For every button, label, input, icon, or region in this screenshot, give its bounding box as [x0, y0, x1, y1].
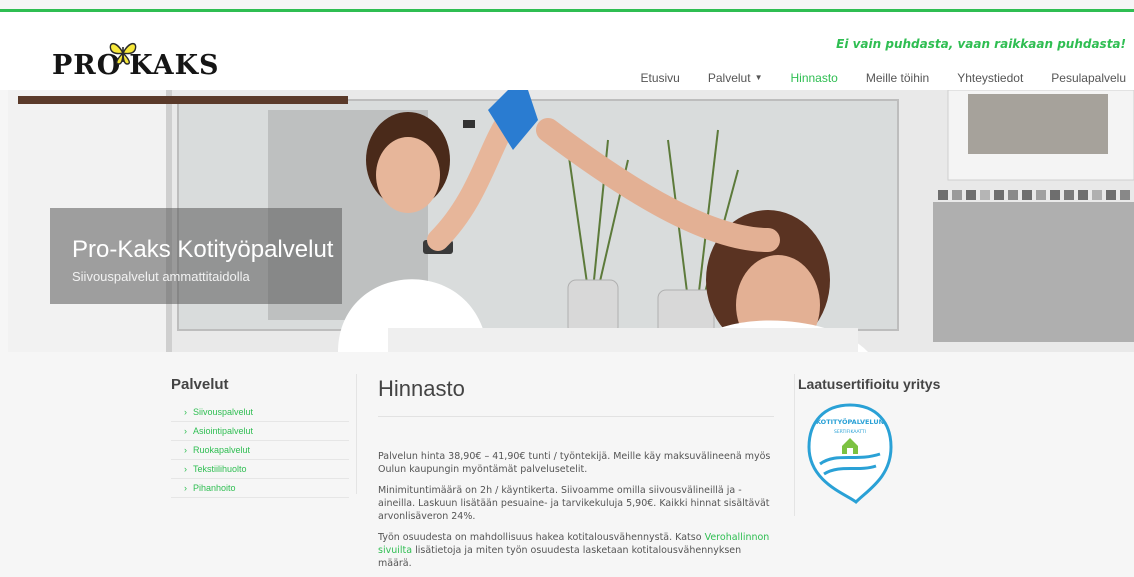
price-paragraph: Palvelun hinta 38,90€ – 41,90€ tunti / t… [378, 451, 771, 475]
nav-hinnasto[interactable]: Hinnasto [790, 71, 837, 85]
main-nav: Etusivu Palvelut ▼ Hinnasto Meille töihin… [613, 71, 1127, 85]
caret-down-icon: ▼ [754, 73, 763, 82]
certification-title: Laatusertifioitu yritys [798, 376, 941, 392]
page-content: Palvelut › Siivouspalvelut › Asiointipalve… [0, 352, 1134, 577]
sidebar-item-ruokapalvelut[interactable]: › Ruokapalvelut [171, 441, 349, 460]
butterfly-icon [109, 42, 137, 65]
sidebar-item-pihanhoito[interactable]: › Pihanhoito [171, 479, 349, 498]
tax-text-after: lisätietoja ja miten työn osuudesta lask… [378, 545, 742, 569]
chevron-right-icon: › [184, 483, 187, 493]
column-divider [794, 374, 795, 516]
sidebar-item-label: Ruokapalvelut [193, 445, 251, 455]
tax-text-before: Työn osuudesta on mahdollisuus hakea kot… [378, 532, 702, 543]
tax-deduction-paragraph: Työn osuudesta on mahdollisuus hakea kot… [378, 531, 776, 570]
badge-subtext: SERTIFIKAATTI [834, 429, 866, 435]
page-title: Hinnasto [378, 376, 465, 401]
chevron-right-icon: › [184, 445, 187, 455]
nav-etusivu[interactable]: Etusivu [641, 71, 680, 85]
services-sidebar: Palvelut › Siivouspalvelut › Asiointipalve… [171, 376, 357, 498]
sidebar-title: Palvelut [171, 376, 229, 393]
chevron-right-icon: › [184, 426, 187, 436]
nav-meille-toihin[interactable]: Meille töihin [866, 71, 929, 85]
minimum-paragraph: Minimituntimäärä on 2h / käyntikerta. Si… [378, 485, 770, 522]
hero-subtitle: Siivouspalvelut ammattitaidolla [72, 269, 250, 284]
hero-banner: Pro-Kaks Kotityöpalvelut Siivouspalvelut… [8, 90, 1134, 352]
sidebar-item-tekstiilihuolto[interactable]: › Tekstiilihuolto [171, 460, 349, 479]
chevron-right-icon: › [184, 407, 187, 417]
sidebar-item-siivouspalvelut[interactable]: › Siivouspalvelut [171, 403, 349, 422]
title-divider [378, 416, 774, 417]
sidebar-item-label: Asiointipalvelut [193, 426, 254, 436]
site-header: PRO KAKS Ei vain puhdasta, vaan raikkaan … [0, 12, 1134, 90]
certification-badge[interactable]: KOTITYÖPALVELUN SERTIFIKAATTI [806, 402, 894, 504]
sidebar-item-label: Siivouspalvelut [193, 407, 254, 417]
column-divider [356, 374, 357, 494]
badge-text: KOTITYÖPALVELUN [816, 417, 884, 426]
slogan: Ei vain puhdasta, vaan raikkaan puhdasta… [836, 37, 1126, 51]
sidebar-item-asiointipalvelut[interactable]: › Asiointipalvelut [171, 422, 349, 441]
sidebar-item-label: Pihanhoito [193, 483, 236, 493]
nav-palvelut[interactable]: Palvelut ▼ [708, 71, 763, 85]
site-logo[interactable]: PRO KAKS [52, 40, 227, 86]
sidebar-list: › Siivouspalvelut › Asiointipalvelut › Ruok… [171, 403, 349, 498]
chevron-right-icon: › [184, 464, 187, 474]
nav-pesulapalvelu[interactable]: Pesulapalvelu [1051, 71, 1126, 85]
hero-caption: Pro-Kaks Kotityöpalvelut Siivouspalvelut… [50, 208, 342, 304]
nav-palvelut-label: Palvelut [707, 71, 751, 85]
certification-box: Laatusertifioitu yritys KOTITYÖPALVELUN … [798, 376, 998, 504]
main-article: Hinnasto Palvelun hinta 38,90€ – 41,90€ … [378, 376, 776, 569]
nav-yhteystiedot[interactable]: Yhteystiedot [957, 71, 1023, 85]
sidebar-item-label: Tekstiilihuolto [193, 464, 247, 474]
hero-title: Pro-Kaks Kotityöpalvelut [72, 236, 334, 263]
